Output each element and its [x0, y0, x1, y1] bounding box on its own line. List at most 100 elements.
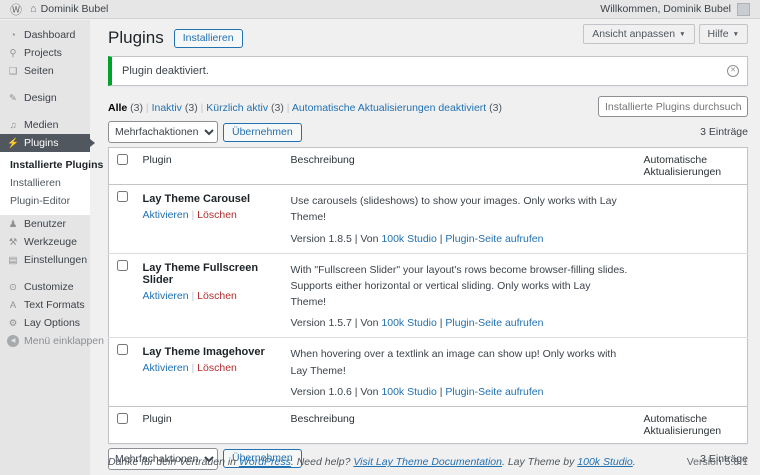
- sidebar-item-label: Benutzer: [24, 218, 66, 230]
- filter-separator: |: [198, 102, 207, 114]
- plugins-submenu: Installierte Plugins Installieren Plugin…: [0, 152, 90, 215]
- search-plugins-input[interactable]: [598, 96, 748, 117]
- table-header-row: Plugin Beschreibung Automatische Aktuali…: [109, 148, 748, 185]
- filter-autoupdates-disabled[interactable]: Automatische Aktualisierungen deaktivier…: [292, 102, 486, 114]
- sidebar-item-media[interactable]: ♫ Medien: [0, 116, 90, 134]
- plugins-table: Plugin Beschreibung Automatische Aktuali…: [108, 147, 748, 444]
- auto-updates-cell: [636, 185, 748, 254]
- delete-link[interactable]: Löschen: [197, 290, 237, 302]
- notice-message: Plugin deaktiviert.: [122, 65, 209, 77]
- sidebar-item-dashboard[interactable]: ◔ Dashboard: [0, 26, 90, 44]
- table-row: Lay Theme Fullscreen Slider Aktivieren |…: [109, 253, 748, 338]
- apply-button[interactable]: Übernehmen: [223, 123, 302, 142]
- row-checkbox[interactable]: [117, 260, 128, 271]
- screen-options-button[interactable]: Ansicht anpassen ▼: [583, 24, 694, 44]
- collapse-menu-label: Menü einklappen: [24, 335, 104, 347]
- table-row: Lay Theme Carousel Aktivieren | Löschen …: [109, 185, 748, 254]
- wordpress-link[interactable]: WordPress: [239, 456, 291, 468]
- row-checkbox[interactable]: [117, 191, 128, 202]
- page-title: Plugins: [108, 28, 164, 48]
- footer-text: . Need help?: [291, 456, 353, 468]
- dashboard-icon: ◔: [7, 30, 19, 41]
- studio-link[interactable]: 100k Studio: [577, 456, 632, 468]
- activate-link[interactable]: Aktivieren: [143, 362, 189, 374]
- sidebar-item-customize[interactable]: ⊙ Customize: [0, 278, 90, 296]
- sidebar-item-lay-options[interactable]: ⚙ Lay Options: [0, 314, 90, 332]
- select-all-checkbox[interactable]: [117, 154, 128, 165]
- filter-autoupdates-disabled-count: (3): [486, 102, 502, 114]
- footer-thank-you: Danke für dein Vertrauen in WordPress. N…: [108, 456, 636, 468]
- sidebar-item-label: Text Formats: [24, 299, 85, 311]
- chevron-down-icon: ▼: [733, 31, 739, 38]
- tools-icon: ⚒: [7, 237, 19, 248]
- sidebar-item-plugins[interactable]: ⚡ Plugins: [0, 134, 90, 152]
- activate-link[interactable]: Aktivieren: [143, 209, 189, 221]
- admin-sidebar: ◔ Dashboard ⚲ Projects ❏ Seiten ✎ Design…: [0, 20, 90, 475]
- filter-separator: |: [284, 102, 292, 114]
- footer-text: Danke für dein Vertrauen in: [108, 456, 239, 468]
- avatar[interactable]: [737, 3, 750, 16]
- plugin-meta: Version 1.8.5 | Von 100k Studio | Plugin…: [291, 233, 628, 245]
- brush-icon: ✎: [7, 93, 19, 104]
- collapse-menu-button[interactable]: ◀ Menü einklappen: [0, 332, 90, 350]
- sidebar-item-settings[interactable]: ▤ Einstellungen: [0, 251, 90, 269]
- sidebar-item-text-formats[interactable]: A Text Formats: [0, 296, 90, 314]
- site-name-link[interactable]: ⌂ Dominik Bubel: [30, 3, 108, 15]
- bulk-actions-select[interactable]: Mehrfachaktionen: [108, 121, 218, 143]
- sidebar-item-label: Lay Options: [24, 317, 80, 329]
- activate-link[interactable]: Aktivieren: [143, 290, 189, 302]
- column-header-plugin: Plugin: [135, 148, 283, 185]
- plugin-name: Lay Theme Carousel: [143, 193, 275, 205]
- visit-plugin-site-link[interactable]: Plugin-Seite aufrufen: [445, 317, 543, 329]
- visit-plugin-site-link[interactable]: Plugin-Seite aufrufen: [445, 386, 543, 398]
- collapse-arrow-icon: ◀: [7, 335, 19, 347]
- plugin-icon: ⚡: [7, 138, 19, 149]
- filter-recently-active-count: (3): [268, 102, 284, 114]
- sidebar-subitem-plugin-editor[interactable]: Plugin-Editor: [0, 192, 90, 210]
- sidebar-separator: [0, 107, 90, 116]
- plugin-meta: Version 1.5.7 | Von 100k Studio | Plugin…: [291, 317, 628, 329]
- sidebar-item-tools[interactable]: ⚒ Werkzeuge: [0, 233, 90, 251]
- filter-separator: |: [143, 102, 152, 114]
- documentation-link[interactable]: Visit Lay Theme Documentation: [353, 456, 502, 468]
- plugin-name: Lay Theme Imagehover: [143, 346, 275, 358]
- plugin-status-filters: Alle (3) | Inaktiv (3) | Kürzlich aktiv …: [108, 96, 502, 114]
- admin-bar: Ⓦ ⌂ Dominik Bubel Willkommen, Dominik Bu…: [0, 0, 760, 19]
- visit-plugin-site-link[interactable]: Plugin-Seite aufrufen: [445, 233, 543, 245]
- sidebar-subitem-installed-plugins[interactable]: Installierte Plugins: [0, 156, 90, 174]
- plugin-version: Version 1.0.6 | Von: [291, 386, 382, 398]
- plugin-description: With "Fullscreen Slider" your layout's r…: [291, 262, 628, 311]
- author-link[interactable]: 100k Studio: [381, 386, 436, 398]
- filter-recently-active[interactable]: Kürzlich aktiv: [206, 102, 268, 114]
- filter-inactive[interactable]: Inaktiv: [152, 102, 182, 114]
- row-checkbox[interactable]: [117, 344, 128, 355]
- sidebar-item-projects[interactable]: ⚲ Projects: [0, 44, 90, 62]
- author-link[interactable]: 100k Studio: [381, 317, 436, 329]
- plugin-meta: Version 1.0.6 | Von 100k Studio | Plugin…: [291, 386, 628, 398]
- filter-all[interactable]: Alle: [108, 102, 127, 114]
- plugin-version: Version 1.5.7 | Von: [291, 317, 382, 329]
- table-row: Lay Theme Imagehover Aktivieren | Lösche…: [109, 338, 748, 407]
- settings-icon: ▤: [7, 255, 19, 266]
- select-all-checkbox[interactable]: [117, 413, 128, 424]
- wp-version: Version 5.8.1: [687, 456, 748, 468]
- screen-options-label: Ansicht anpassen: [592, 28, 675, 40]
- delete-link[interactable]: Löschen: [197, 362, 237, 374]
- sidebar-item-label: Werkzeuge: [24, 236, 77, 248]
- author-link[interactable]: 100k Studio: [381, 233, 436, 245]
- sidebar-item-label: Design: [24, 92, 57, 104]
- plugin-description: Use carousels (slideshows) to show your …: [291, 193, 628, 226]
- table-footer-row: Plugin Beschreibung Automatische Aktuali…: [109, 406, 748, 443]
- column-header-auto-updates: Automatische Aktualisierungen: [636, 406, 748, 443]
- sidebar-item-users[interactable]: ♟ Benutzer: [0, 215, 90, 233]
- add-plugin-button[interactable]: Installieren: [174, 29, 243, 48]
- help-button[interactable]: Hilfe ▼: [699, 24, 748, 44]
- sidebar-item-label: Seiten: [24, 65, 54, 77]
- sidebar-item-design[interactable]: ✎ Design: [0, 89, 90, 107]
- sidebar-subitem-install[interactable]: Installieren: [0, 174, 90, 192]
- delete-link[interactable]: Löschen: [197, 209, 237, 221]
- sidebar-item-pages[interactable]: ❏ Seiten: [0, 62, 90, 80]
- dismiss-notice-icon[interactable]: ✕: [727, 65, 739, 77]
- greeting-text[interactable]: Willkommen, Dominik Bubel: [600, 3, 731, 15]
- wordpress-logo-icon[interactable]: Ⓦ: [10, 1, 22, 18]
